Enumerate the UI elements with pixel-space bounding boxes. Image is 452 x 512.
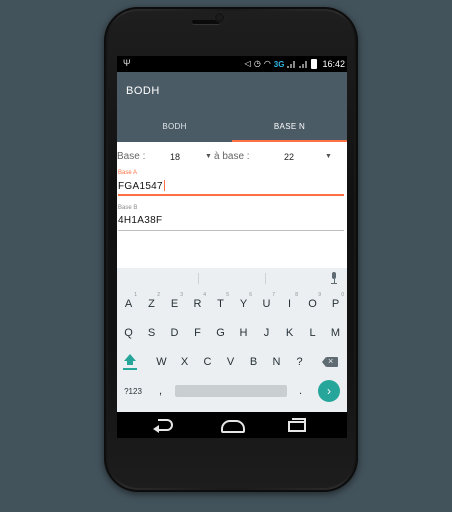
tab-bar: BODH BASE N — [117, 114, 347, 142]
base-b-underline — [118, 230, 344, 231]
usb-icon: Ψ — [123, 58, 131, 68]
key-row-2: Q S D F G H J K L M — [117, 320, 347, 346]
mute-icon: ◁ — [244, 59, 251, 68]
phone-screen: Ψ ◁ ◷ ◠ 3G 16:42 BODH BODH BASE N Base :… — [117, 56, 347, 438]
key-q[interactable]: Q — [117, 320, 140, 346]
backspace-icon[interactable]: × — [322, 356, 338, 367]
enter-key[interactable]: › — [318, 380, 340, 402]
key-a[interactable]: A1 — [117, 291, 140, 317]
symbols-key[interactable]: ?123 — [120, 378, 146, 404]
chevron-down-icon[interactable]: ▼ — [205, 153, 212, 160]
key-t[interactable]: T5 — [209, 291, 232, 317]
base-a-input[interactable]: FGA1547 — [118, 180, 165, 192]
front-camera — [215, 13, 224, 22]
status-time: 16:42 — [322, 59, 345, 69]
key-comma[interactable]: , — [149, 378, 172, 404]
base-a-value: FGA1547 — [118, 181, 163, 192]
status-bar: Ψ ◁ ◷ ◠ 3G 16:42 — [117, 56, 347, 72]
network-type: 3G — [273, 59, 285, 69]
key-r[interactable]: R4 — [186, 291, 209, 317]
home-icon[interactable] — [221, 420, 245, 433]
alarm-icon: ◷ — [253, 59, 261, 68]
space-bar[interactable] — [175, 385, 287, 397]
base-b-field[interactable]: Base B 4H1A38F — [118, 205, 344, 233]
key-o[interactable]: O9 — [301, 291, 324, 317]
key-f[interactable]: F — [186, 320, 209, 346]
text-cursor — [163, 180, 165, 191]
key-e[interactable]: E3 — [163, 291, 186, 317]
key-h[interactable]: H — [232, 320, 255, 346]
battery-icon — [311, 59, 318, 69]
suggestion-strip — [117, 268, 347, 288]
signal-icon — [287, 60, 296, 69]
app-bar: BODH — [117, 72, 347, 114]
to-base-label: à base : — [214, 151, 250, 162]
base-a-underline — [118, 194, 344, 196]
status-icons: ◁ ◷ ◠ 3G 16:42 — [245, 57, 345, 71]
key-g[interactable]: G — [209, 320, 232, 346]
base-select[interactable]: 18 — [170, 152, 180, 162]
suggestion-divider — [265, 273, 266, 284]
key-n[interactable]: N — [265, 349, 288, 375]
key-l[interactable]: L — [301, 320, 324, 346]
base-selector-row: Base : 18 ▼ à base : 22 ▼ — [117, 142, 347, 172]
base-a-field[interactable]: Base A FGA1547 — [118, 170, 344, 198]
key-s[interactable]: S — [140, 320, 163, 346]
app-title: BODH — [126, 85, 160, 97]
key-period[interactable]: . — [289, 378, 312, 404]
base-b-input[interactable]: 4H1A38F — [118, 215, 162, 226]
key-m[interactable]: M — [324, 320, 347, 346]
recents-icon[interactable] — [288, 418, 306, 432]
signal-icon-2 — [299, 60, 308, 69]
back-icon[interactable] — [153, 419, 173, 433]
key-i[interactable]: I8 — [278, 291, 301, 317]
key-y[interactable]: Y6 — [232, 291, 255, 317]
suggestion-divider — [198, 273, 199, 284]
key-row-3: W X C V B N ? × — [117, 349, 347, 375]
key-x[interactable]: X — [173, 349, 196, 375]
key-question[interactable]: ? — [288, 349, 311, 375]
key-c[interactable]: C — [196, 349, 219, 375]
shift-icon[interactable] — [123, 354, 137, 370]
key-p[interactable]: P0 — [324, 291, 347, 317]
wifi-icon: ◠ — [263, 59, 271, 68]
key-v[interactable]: V — [219, 349, 242, 375]
to-base-select[interactable]: 22 — [284, 152, 294, 162]
key-row-4: ?123 , . › — [117, 378, 347, 404]
key-z[interactable]: Z2 — [140, 291, 163, 317]
key-k[interactable]: K — [278, 320, 301, 346]
mic-icon[interactable] — [331, 272, 337, 284]
key-row-1: A1 Z2 E3 R4 T5 Y6 U7 I8 O9 P0 — [117, 291, 347, 317]
base-a-label: Base A — [118, 170, 138, 176]
key-d[interactable]: D — [163, 320, 186, 346]
chevron-down-icon[interactable]: ▼ — [325, 153, 332, 160]
base-b-label: Base B — [118, 205, 138, 211]
tab-bodh[interactable]: BODH — [117, 114, 232, 142]
base-label: Base : — [117, 151, 146, 162]
key-j[interactable]: J — [255, 320, 278, 346]
key-b[interactable]: B — [242, 349, 265, 375]
key-w[interactable]: W — [150, 349, 173, 375]
navigation-bar — [117, 412, 347, 438]
key-u[interactable]: U7 — [255, 291, 278, 317]
soft-keyboard: A1 Z2 E3 R4 T5 Y6 U7 I8 O9 P0 Q S D F G … — [117, 268, 347, 412]
tab-base-n[interactable]: BASE N — [232, 114, 347, 142]
